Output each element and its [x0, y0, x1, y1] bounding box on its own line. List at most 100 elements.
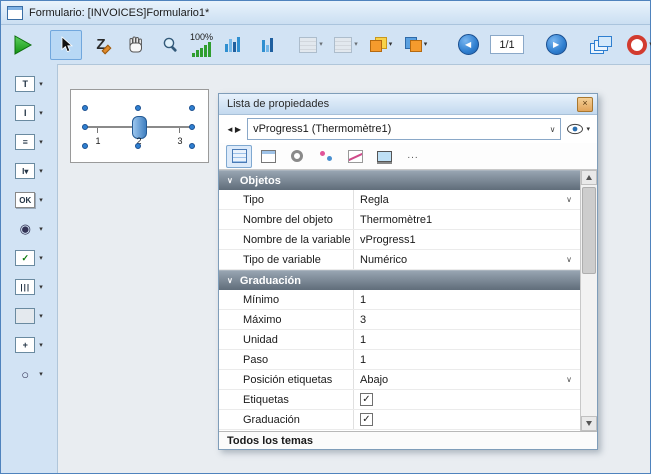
property-value-cell[interactable]: vProgress1: [353, 230, 580, 249]
slider-control[interactable]: 123: [70, 89, 209, 163]
stop-button[interactable]: ▾: [624, 30, 651, 60]
prev-page-button[interactable]: ◀: [452, 30, 484, 60]
checkbox[interactable]: ✓: [360, 413, 373, 426]
windows-list-button[interactable]: [585, 30, 617, 60]
panel-footer[interactable]: Todos los temas: [219, 431, 597, 449]
section-header-objetos[interactable]: ∨Objetos: [219, 170, 580, 190]
property-row[interactable]: Unidad1: [219, 330, 580, 350]
property-value-cell[interactable]: Numérico∨: [353, 250, 580, 269]
property-value[interactable]: 1: [360, 354, 580, 366]
property-row[interactable]: Mínimo1: [219, 290, 580, 310]
dropdown-chevron-icon[interactable]: ∨: [566, 375, 572, 384]
property-row[interactable]: Máximo3: [219, 310, 580, 330]
property-value[interactable]: Abajo: [360, 374, 566, 386]
bring-to-front-button[interactable]: ▾: [365, 30, 397, 60]
property-value-cell[interactable]: 1: [353, 330, 580, 349]
property-value[interactable]: vProgress1: [360, 234, 580, 246]
tool-panel[interactable]: ▾: [15, 308, 43, 324]
zoom-control[interactable]: 100%: [190, 28, 213, 62]
property-row[interactable]: TipoRegla∨: [219, 190, 580, 210]
property-value[interactable]: 3: [360, 314, 580, 326]
panel-titlebar[interactable]: Lista de propiedades ×: [219, 94, 597, 115]
selection-handle[interactable]: [135, 143, 141, 149]
tool-static-text[interactable]: T▾: [15, 76, 43, 92]
selection-handle[interactable]: [82, 124, 88, 130]
section-header-graduacion[interactable]: ∨Graduación: [219, 270, 580, 290]
scroll-down-button[interactable]: [581, 416, 597, 431]
dropdown-arrow-icon[interactable]: ▾: [39, 197, 43, 204]
property-row[interactable]: Nombre del objetoThermomètre1: [219, 210, 580, 230]
form-canvas[interactable]: 123 Lista de propiedades × ◄▶ vPr: [57, 64, 650, 473]
tool-shape[interactable]: ○▾: [15, 366, 43, 382]
dropdown-arrow-icon[interactable]: ▾: [39, 81, 43, 88]
selection-handle[interactable]: [135, 105, 141, 111]
tool-list-box[interactable]: ≡▾: [15, 134, 43, 150]
run-button[interactable]: [6, 30, 38, 60]
alignment-options-button[interactable]: ▾: [330, 30, 362, 60]
chart-view-button[interactable]: [216, 30, 248, 60]
dropdown-arrow-icon[interactable]: ▾: [39, 226, 43, 233]
selection-handle[interactable]: [189, 105, 195, 111]
checkbox[interactable]: ✓: [360, 393, 373, 406]
selection-handle[interactable]: [189, 143, 195, 149]
property-row[interactable]: Tipo de variableNumérico∨: [219, 250, 580, 270]
property-row[interactable]: Nombre de la variablevProgress1: [219, 230, 580, 250]
pan-tool-button[interactable]: [120, 30, 152, 60]
dropdown-chevron-icon[interactable]: ∨: [566, 255, 572, 264]
selection-handle[interactable]: [189, 124, 195, 130]
property-row[interactable]: Posición etiquetasAbajo∨: [219, 370, 580, 390]
property-row[interactable]: Etiquetas✓: [219, 390, 580, 410]
property-value[interactable]: Regla: [360, 194, 566, 206]
next-page-button[interactable]: ▶: [540, 30, 572, 60]
tool-combo-box[interactable]: I▾▾: [15, 163, 43, 179]
dropdown-arrow-icon[interactable]: ▾: [39, 284, 43, 291]
prev-next-object-icons[interactable]: ◄▶: [226, 125, 242, 134]
tool-splitter[interactable]: +▾: [15, 337, 43, 353]
dropdown-arrow-icon[interactable]: ▾: [39, 313, 43, 320]
vertical-scrollbar[interactable]: [580, 170, 597, 431]
tab-more[interactable]: ...: [400, 145, 426, 168]
tab-display[interactable]: [371, 145, 397, 168]
tab-curve[interactable]: [342, 145, 368, 168]
tool-button[interactable]: OK▾: [15, 192, 43, 208]
property-row[interactable]: Graduación✓: [219, 410, 580, 430]
selection-handle[interactable]: [82, 105, 88, 111]
property-value[interactable]: 1: [360, 334, 580, 346]
property-row[interactable]: Paso1: [219, 350, 580, 370]
property-value-cell[interactable]: Abajo∨: [353, 370, 580, 389]
property-value-cell[interactable]: ✓: [353, 410, 580, 429]
scrollbar-track[interactable]: [581, 185, 597, 416]
property-value[interactable]: Thermomètre1: [360, 214, 580, 226]
dropdown-arrow-icon[interactable]: ▾: [39, 255, 43, 262]
property-value-cell[interactable]: ✓: [353, 390, 580, 409]
scroll-up-button[interactable]: [581, 170, 597, 185]
chart-view-button-2[interactable]: [251, 30, 283, 60]
visibility-button[interactable]: ▾: [566, 123, 590, 135]
dropdown-arrow-icon[interactable]: ▾: [39, 371, 43, 378]
tool-radio-button[interactable]: ◉▾: [15, 221, 43, 237]
arrange-button[interactable]: ▾: [400, 30, 432, 60]
tab-colors[interactable]: [313, 145, 339, 168]
dropdown-arrow-icon[interactable]: ▾: [39, 110, 43, 117]
dropdown-chevron-icon[interactable]: ∨: [566, 195, 572, 204]
tab-order-tool-button[interactable]: Z: [85, 30, 117, 60]
scrollbar-thumb[interactable]: [582, 187, 596, 274]
pointer-tool-button[interactable]: [50, 30, 82, 60]
tool-toggle[interactable]: |||▾: [15, 279, 43, 295]
tab-properties[interactable]: [226, 145, 252, 168]
property-value-cell[interactable]: 3: [353, 310, 580, 329]
window-titlebar[interactable]: Formulario: [INVOICES]Formulario1*: [1, 1, 650, 25]
dropdown-arrow-icon[interactable]: ▾: [39, 342, 43, 349]
zoom-tool-button[interactable]: [155, 30, 187, 60]
property-value[interactable]: 1: [360, 294, 580, 306]
dropdown-arrow-icon[interactable]: ▾: [39, 139, 43, 146]
property-value-cell[interactable]: Thermomètre1: [353, 210, 580, 229]
selection-handle[interactable]: [82, 143, 88, 149]
close-icon[interactable]: ×: [577, 97, 593, 112]
property-value-cell[interactable]: 1: [353, 350, 580, 369]
object-selector-combo[interactable]: vProgress1 (Thermomètre1) ∨: [247, 118, 561, 140]
dropdown-arrow-icon[interactable]: ▾: [39, 168, 43, 175]
tool-checkbox[interactable]: ✓▾: [15, 250, 43, 266]
property-value[interactable]: Numérico: [360, 254, 566, 266]
property-value-cell[interactable]: 1: [353, 290, 580, 309]
